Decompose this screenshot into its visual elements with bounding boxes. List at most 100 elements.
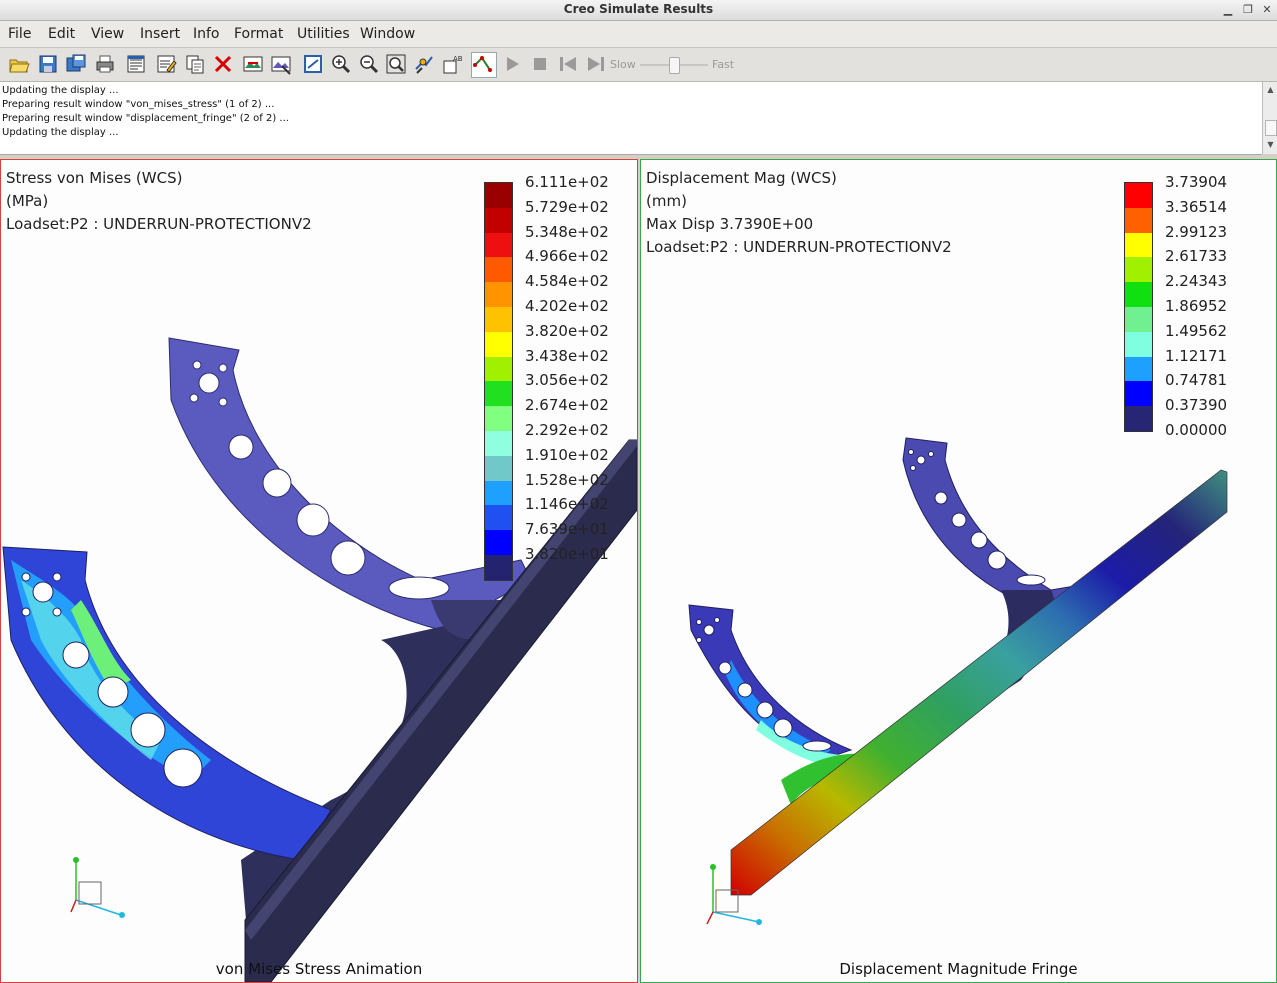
title-bar: Creo Simulate Results ▁ ❐ ✕ bbox=[0, 0, 1277, 21]
animation-speed-slider-thumb[interactable] bbox=[669, 57, 680, 74]
display-options-icon[interactable] bbox=[302, 53, 324, 75]
legend-swatch bbox=[485, 183, 512, 208]
legend-value: 2.61733 bbox=[1165, 247, 1228, 266]
legend-value: 6.111e+02 bbox=[525, 173, 609, 191]
legend-swatch bbox=[1125, 381, 1152, 407]
result-loadset: Loadset:P2 : UNDERRUN-PROTECTIONV2 bbox=[6, 215, 312, 233]
delete-icon[interactable] bbox=[212, 53, 234, 75]
legend-swatch bbox=[1125, 282, 1152, 307]
save-icon[interactable] bbox=[37, 53, 59, 75]
displacement-legend-colorbar bbox=[1124, 182, 1153, 432]
menu-window[interactable]: Window bbox=[360, 26, 415, 42]
legend-swatch bbox=[485, 406, 512, 431]
legend-swatch bbox=[485, 356, 512, 382]
hide-icon[interactable] bbox=[270, 53, 292, 75]
zoom-out-icon[interactable] bbox=[358, 53, 380, 75]
legend-value: 1.86952 bbox=[1165, 297, 1228, 315]
result-units: (mm) bbox=[646, 192, 687, 210]
legend-value: 3.820e+01 bbox=[525, 545, 609, 563]
menu-edit[interactable]: Edit bbox=[48, 26, 75, 42]
legend-swatch bbox=[485, 480, 512, 506]
legend-swatch bbox=[485, 505, 512, 531]
legend-swatch bbox=[485, 257, 512, 283]
result-caption: Displacement Magnitude Fringe bbox=[839, 960, 1078, 978]
legend-value: 3.056e+02 bbox=[525, 371, 609, 390]
legend-value: 2.24343 bbox=[1165, 272, 1228, 291]
menu-format[interactable]: Format bbox=[234, 26, 283, 42]
legend-swatch bbox=[1125, 306, 1152, 332]
first-frame-icon[interactable] bbox=[557, 53, 579, 75]
legend-value: 0.37390 bbox=[1165, 396, 1228, 415]
legend-value: 3.73904 bbox=[1165, 173, 1228, 191]
legend-value: 3.438e+02 bbox=[525, 346, 609, 365]
von-mises-result-window[interactable]: Stress von Mises (WCS) (MPa) Loadset:P2 … bbox=[0, 159, 638, 983]
label-icon[interactable]: AB bbox=[442, 53, 464, 75]
result-title: Displacement Mag (WCS) bbox=[646, 169, 837, 187]
edit-window-icon[interactable] bbox=[125, 53, 147, 75]
minimize-icon[interactable]: ▁ bbox=[1219, 1, 1237, 18]
menu-utilities[interactable]: Utilities bbox=[297, 26, 350, 42]
legend-value: 1.49562 bbox=[1165, 321, 1228, 340]
legend-swatch bbox=[1125, 356, 1152, 382]
legend-value: 7.639e+01 bbox=[525, 520, 609, 539]
legend-swatch bbox=[485, 381, 512, 407]
orient-icon[interactable] bbox=[413, 53, 435, 75]
legend-swatch bbox=[1125, 331, 1152, 357]
legend-value: 4.202e+02 bbox=[525, 297, 609, 315]
query-icon[interactable] bbox=[471, 52, 497, 78]
result-loadset: Loadset:P2 : UNDERRUN-PROTECTIONV2 bbox=[646, 238, 952, 256]
zoom-in-icon[interactable] bbox=[330, 53, 352, 75]
displacement-result-window[interactable]: Displacement Mag (WCS) (mm) Max Disp 3.7… bbox=[640, 159, 1277, 983]
close-icon[interactable]: ✕ bbox=[1258, 1, 1276, 18]
legend-value: 5.729e+02 bbox=[525, 197, 609, 216]
last-frame-icon[interactable] bbox=[585, 53, 607, 75]
legend-swatch bbox=[1125, 257, 1152, 283]
copy-icon[interactable] bbox=[184, 53, 206, 75]
log-line: Preparing result window "von_mises_stres… bbox=[2, 99, 275, 110]
scroll-up-icon[interactable]: ▲ bbox=[1263, 83, 1277, 97]
legend-value: 4.584e+02 bbox=[525, 272, 609, 291]
toolbar: AB Slow Fast bbox=[0, 48, 1277, 82]
legend-swatch bbox=[1125, 183, 1152, 208]
result-title: Stress von Mises (WCS) bbox=[6, 169, 183, 187]
menu-insert[interactable]: Insert bbox=[140, 26, 180, 42]
show-icon[interactable] bbox=[242, 53, 264, 75]
scroll-thumb[interactable] bbox=[1265, 120, 1277, 136]
log-scrollbar[interactable]: ▲ ▼ bbox=[1262, 82, 1277, 154]
stop-icon[interactable] bbox=[529, 53, 551, 75]
legend-value: 1.910e+02 bbox=[525, 445, 609, 464]
stress-legend-colorbar bbox=[484, 182, 513, 581]
menu-file[interactable]: File bbox=[8, 26, 31, 42]
result-units: (MPa) bbox=[6, 192, 49, 210]
legend-swatch bbox=[1125, 207, 1152, 233]
play-icon[interactable] bbox=[501, 53, 523, 75]
message-log: Updating the display ... Preparing resul… bbox=[0, 82, 1262, 155]
result-max-disp: Max Disp 3.7390E+00 bbox=[646, 215, 814, 233]
refit-icon[interactable] bbox=[385, 53, 407, 75]
log-line: Updating the display ... bbox=[2, 127, 119, 138]
fast-label: Fast bbox=[712, 58, 735, 71]
restore-icon[interactable]: ❐ bbox=[1239, 1, 1257, 18]
print-icon[interactable] bbox=[94, 53, 116, 75]
slow-label: Slow bbox=[610, 58, 636, 71]
legend-value: 2.292e+02 bbox=[525, 421, 609, 439]
legend-swatch bbox=[1125, 232, 1152, 258]
legend-value: 3.36514 bbox=[1165, 197, 1228, 216]
legend-swatch bbox=[485, 430, 512, 456]
legend-swatch bbox=[485, 306, 512, 332]
menu-view[interactable]: View bbox=[91, 26, 124, 42]
legend-value: 1.528e+02 bbox=[525, 470, 609, 489]
legend-swatch bbox=[485, 282, 512, 307]
legend-swatch bbox=[485, 554, 512, 580]
save-as-icon[interactable] bbox=[65, 53, 87, 75]
legend-swatch bbox=[1125, 406, 1152, 431]
svg-text:AB: AB bbox=[453, 55, 463, 63]
open-icon[interactable] bbox=[8, 53, 30, 75]
legend-value: 0.00000 bbox=[1165, 421, 1228, 439]
menu-info[interactable]: Info bbox=[193, 26, 220, 42]
legend-value: 2.674e+02 bbox=[525, 396, 609, 415]
scroll-down-icon[interactable]: ▼ bbox=[1263, 138, 1277, 152]
legend-swatch bbox=[485, 232, 512, 258]
edit-definition-icon[interactable] bbox=[155, 53, 177, 75]
legend-value: 3.820e+02 bbox=[525, 321, 609, 340]
